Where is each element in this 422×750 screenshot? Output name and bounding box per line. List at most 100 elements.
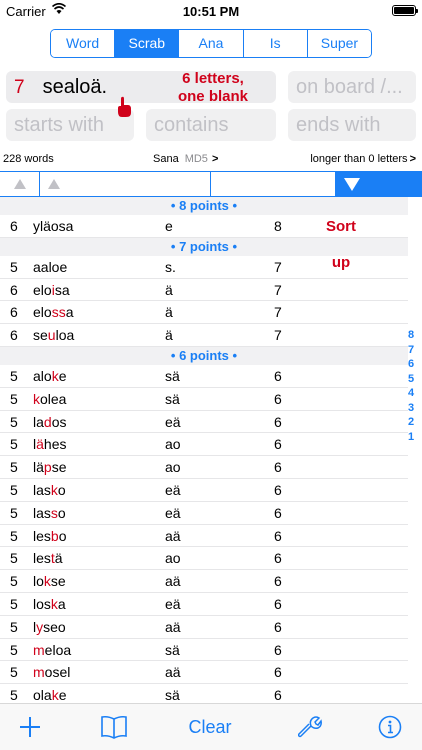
word-part: osel [44, 664, 71, 681]
word-length: 6 [10, 304, 18, 321]
clear-button[interactable]: Clear [180, 704, 240, 750]
info-button[interactable] [372, 704, 408, 750]
leftover-letters: ä [165, 304, 173, 321]
word-row[interactable]: 5 lesbo aä 6 [0, 525, 408, 548]
index-entry[interactable]: 5 [405, 372, 417, 387]
word-length: 6 [10, 281, 18, 298]
word-row[interactable]: 6 eloisa ä 7 [0, 279, 408, 302]
add-button[interactable] [12, 704, 48, 750]
sort-score-column[interactable] [336, 172, 422, 196]
segment-scrab[interactable]: Scrab [114, 30, 179, 57]
word-row[interactable]: 5 meloa sä 6 [0, 639, 408, 662]
word-part: se [33, 327, 48, 344]
word-text: olake [33, 687, 66, 703]
word-part: alo [33, 367, 52, 384]
blank-letter: d [43, 413, 52, 430]
word-length: 5 [10, 436, 18, 453]
word-part: las [33, 481, 51, 498]
length-filter-label: longer than 0 letters [310, 153, 408, 165]
word-row[interactable]: 5 lestä ao 6 [0, 547, 408, 571]
index-entry[interactable]: 2 [405, 415, 417, 430]
settings-button[interactable] [290, 704, 330, 750]
word-text: lestä [33, 550, 63, 566]
word-score: 6 [274, 595, 282, 612]
word-part: y [33, 218, 40, 234]
word-row[interactable]: 5 loska eä 6 [0, 593, 408, 616]
segment-ana[interactable]: Ana [178, 30, 243, 57]
sort-selector[interactable]: Sana MD5 > [153, 153, 218, 165]
on-board-input[interactable]: on board /... [288, 71, 416, 103]
leftover-letters: ao [165, 550, 181, 567]
sort-word-column[interactable] [40, 172, 211, 196]
word-part: les [33, 550, 51, 567]
segment-super[interactable]: Super [306, 30, 371, 57]
word-score: 6 [274, 504, 282, 521]
leftover-letters: s. [165, 258, 176, 275]
word-row[interactable]: 5 aloke sä 6 [0, 365, 408, 388]
index-entry[interactable]: 4 [405, 386, 417, 401]
word-length: 5 [10, 527, 18, 544]
word-length: 5 [10, 504, 18, 521]
word-row[interactable]: 5 kolea sä 6 [0, 388, 408, 411]
index-entry[interactable]: 3 [405, 401, 417, 416]
word-row[interactable]: 5 lyseo aä 6 [0, 616, 408, 639]
word-row[interactable]: 5 läpse ao 6 [0, 456, 408, 479]
section-index[interactable]: 87654321 [405, 328, 417, 444]
index-entry[interactable]: 7 [405, 343, 417, 358]
word-length: 5 [10, 413, 18, 430]
index-entry[interactable]: 6 [405, 357, 417, 372]
dictionary-button[interactable] [94, 704, 134, 750]
word-row[interactable]: 5 mosel aä 6 [0, 661, 408, 685]
book-icon [101, 715, 127, 739]
segment-word[interactable]: Word [51, 30, 115, 57]
word-row[interactable]: 5 lados eä 6 [0, 411, 408, 434]
word-score: 7 [274, 281, 282, 298]
word-row[interactable]: 5 aaloe s. 7 [0, 256, 408, 279]
word-text: seuloa [33, 327, 74, 343]
index-entry[interactable]: 1 [405, 430, 417, 445]
word-score: 6 [274, 618, 282, 635]
word-row[interactable]: 5 lokse aä 6 [0, 570, 408, 593]
leftover-letters: sä [165, 390, 180, 407]
length-filter[interactable]: longer than 0 letters > [310, 153, 416, 165]
sort-length-column[interactable] [0, 172, 40, 196]
pointing-hand-icon [118, 96, 131, 117]
word-row[interactable]: 6 yläosa e 8 [0, 215, 408, 238]
word-text: eloisa [33, 282, 70, 298]
word-row[interactable]: 6 seuloa ä 7 [0, 324, 408, 347]
word-text: lokse [33, 573, 66, 589]
word-part: las [33, 504, 51, 521]
word-count: 228 words [3, 153, 54, 165]
word-text: elossa [33, 304, 73, 320]
blank-letter: m [33, 664, 45, 681]
word-part: lä [33, 459, 44, 476]
word-text: lasko [33, 482, 66, 498]
leftover-letters: ao [165, 436, 181, 453]
sort-up-icon [48, 179, 60, 189]
sort-extra-column[interactable] [211, 172, 336, 196]
word-part: e [58, 367, 67, 384]
sort-down-icon [344, 178, 360, 191]
ends-with-input[interactable]: ends with [288, 109, 416, 141]
blank-letter: s [50, 504, 58, 521]
word-score: 6 [274, 481, 282, 498]
leftover-letters: aä [165, 664, 181, 681]
word-row[interactable]: 5 lasko eä 6 [0, 479, 408, 502]
word-length: 5 [10, 641, 18, 658]
segment-is[interactable]: Is [242, 30, 307, 57]
leftover-letters: eä [165, 481, 181, 498]
word-list: • 8 points • 6 yläosa e 8 • 7 points • 5 aaloe s… [0, 197, 408, 730]
word-row[interactable]: 6 elossa ä 7 [0, 301, 408, 325]
word-part: e [58, 687, 67, 704]
plus-icon [20, 717, 40, 737]
contains-input[interactable]: contains [146, 109, 276, 141]
blank-letter: k [33, 390, 40, 407]
word-score: 8 [274, 218, 282, 234]
word-row[interactable]: 5 lähes ao 6 [0, 433, 408, 457]
word-part: los [33, 595, 51, 612]
word-row[interactable]: 5 lasso eä 6 [0, 502, 408, 525]
blank-letter: m [33, 641, 45, 658]
annotation-line: one blank [177, 88, 248, 105]
index-entry[interactable]: 8 [405, 328, 417, 343]
starts-with-input[interactable]: starts with [6, 109, 134, 141]
